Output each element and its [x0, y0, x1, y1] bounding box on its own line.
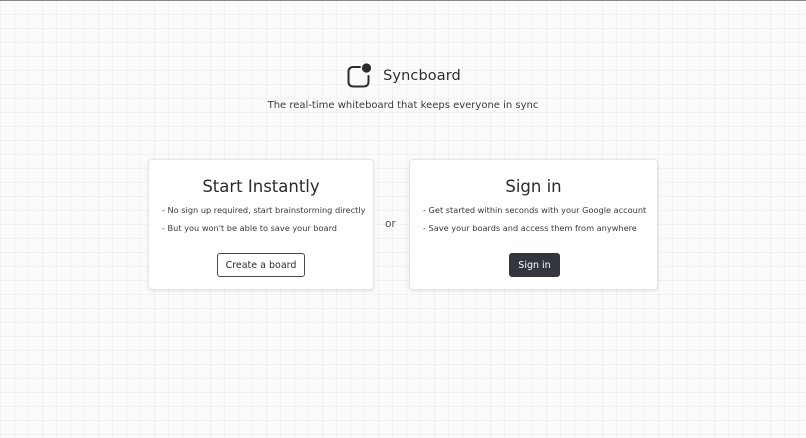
tagline: The real-time whiteboard that keeps ever… — [267, 100, 539, 111]
sign-in-card: Sign in - Get started within seconds wit… — [409, 159, 658, 290]
feature-list: - No sign up required, start brainstormi… — [162, 205, 367, 241]
list-item: - No sign up required, start brainstormi… — [162, 205, 366, 215]
app-name: Syncboard — [383, 68, 461, 84]
card-title: Sign in — [505, 177, 562, 196]
feature-list: - Get started within seconds with your G… — [423, 205, 651, 241]
card-title: Start Instantly — [202, 177, 320, 196]
or-divider: or — [385, 218, 396, 230]
sign-in-button[interactable]: Sign in — [509, 253, 560, 277]
list-item: - Get started within seconds with your G… — [423, 205, 647, 215]
list-item: - But you won't be able to save your boa… — [162, 223, 337, 233]
start-instantly-card: Start Instantly - No sign up required, s… — [148, 159, 374, 290]
list-item: - Save your boards and access them from … — [423, 223, 637, 233]
syncboard-logo-icon — [347, 63, 372, 88]
brand-header: Syncboard — [0, 62, 806, 90]
create-board-button[interactable]: Create a board — [217, 253, 305, 277]
